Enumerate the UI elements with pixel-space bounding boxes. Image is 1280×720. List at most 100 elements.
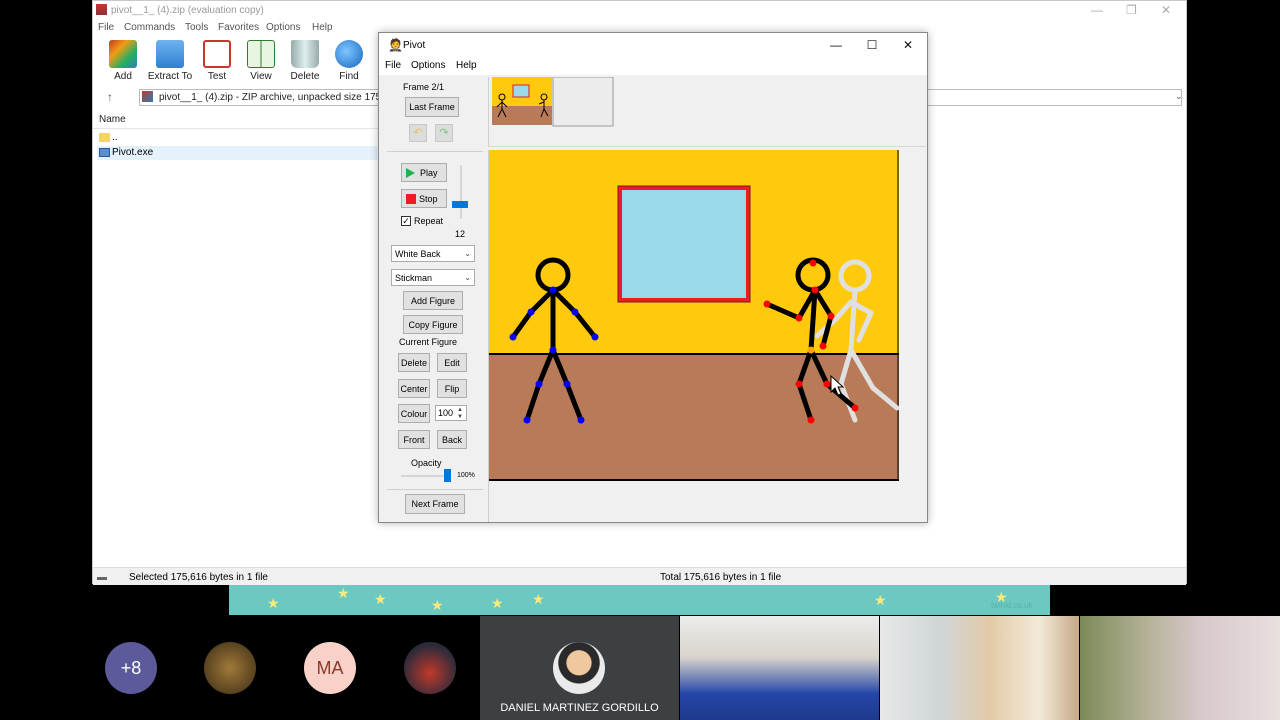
opacity-slider-thumb[interactable] <box>444 469 451 482</box>
book-icon <box>247 40 275 68</box>
participant-video-1[interactable] <box>680 616 879 720</box>
status-bar: ▬ Selected 175,616 bytes in 1 file Total… <box>93 567 1186 585</box>
zip-icon <box>142 91 153 102</box>
find-button[interactable]: Find <box>325 37 373 82</box>
star-icon: ★ <box>431 597 444 613</box>
stepper-arrows-icon[interactable]: ▲ ▼ <box>457 407 463 421</box>
animation-canvas[interactable] <box>489 150 899 482</box>
winrar-logo-icon <box>96 4 107 15</box>
menu-help[interactable]: Help <box>456 60 477 71</box>
participant-avatar-dragon[interactable] <box>404 642 456 694</box>
colour-value-stepper[interactable]: 100 ▲ ▼ <box>435 405 467 421</box>
next-frame-button[interactable]: Next Frame <box>405 494 465 514</box>
participant-video-2[interactable] <box>880 616 1079 720</box>
extract-to-button[interactable]: Extract To <box>146 37 194 82</box>
frame-thumbnail-2[interactable] <box>552 77 614 127</box>
back-button[interactable]: Back <box>437 430 467 449</box>
speed-slider-thumb[interactable] <box>452 201 468 208</box>
stop-button[interactable]: Stop <box>401 189 447 208</box>
test-button[interactable]: Test <box>193 37 241 82</box>
frame-thumbnail-1[interactable] <box>492 77 552 125</box>
front-button[interactable]: Front <box>398 430 430 449</box>
winrar-title: pivot__1_ (4).zip (evaluation copy) <box>111 5 264 16</box>
close-icon[interactable]: ✕ <box>893 36 923 54</box>
add-button[interactable]: Add <box>99 37 147 82</box>
window-pane <box>618 186 750 302</box>
pivot-title: Pivot <box>403 40 426 51</box>
play-button[interactable]: Play <box>401 163 447 182</box>
folder-extract-icon <box>156 40 184 68</box>
last-frame-button[interactable]: Last Frame <box>405 97 459 117</box>
list-item[interactable]: .. <box>97 131 377 145</box>
flip-figure-button[interactable]: Flip <box>437 379 467 398</box>
edit-figure-button[interactable]: Edit <box>437 353 467 372</box>
minimize-icon[interactable]: — <box>1091 3 1103 17</box>
presenter-avatar <box>553 642 605 694</box>
speed-slider-track <box>460 165 462 219</box>
chevron-down-icon: ⌄ <box>464 273 471 282</box>
frame-timeline <box>488 77 926 147</box>
repeat-label: Repeat <box>414 216 444 226</box>
checklist-icon <box>203 40 231 68</box>
minimize-icon[interactable]: — <box>821 36 851 54</box>
star-icon: ★ <box>337 585 350 601</box>
more-participants-badge[interactable]: +8 <box>105 642 157 694</box>
menu-options[interactable]: Options <box>266 22 300 33</box>
star-icon: ★ <box>491 595 504 611</box>
archive-books-icon <box>109 40 137 68</box>
undo-icon[interactable]: ↶ <box>409 124 427 142</box>
path-text: pivot__1_ (4).zip - ZIP archive, unpacke… <box>159 92 401 103</box>
add-figure-button[interactable]: Add Figure <box>403 291 463 310</box>
floor <box>489 354 899 480</box>
star-icon: ★ <box>374 591 387 607</box>
background-select[interactable]: White Back ⌄ <box>391 245 475 262</box>
pivot-titlebar: 🤵 Pivot — ☐ ✕ <box>379 33 927 57</box>
restore-icon[interactable]: ❐ <box>1126 3 1137 17</box>
colour-button[interactable]: Colour <box>398 404 430 423</box>
participant-avatar-initials[interactable]: MA <box>304 642 356 694</box>
redo-icon[interactable]: ↷ <box>435 124 453 142</box>
view-button[interactable]: View <box>237 37 285 82</box>
winrar-toolbar: Add Extract To Test View Delete Find <box>93 37 383 85</box>
participant-avatar-photo[interactable] <box>204 642 256 694</box>
divider <box>387 489 483 490</box>
winrar-titlebar: pivot__1_ (4).zip (evaluation copy) — ❐ … <box>93 1 1186 19</box>
current-figure-label: Current Figure <box>399 337 458 347</box>
menu-help[interactable]: Help <box>312 22 333 33</box>
copy-figure-button[interactable]: Copy Figure <box>403 315 463 334</box>
up-arrow-icon[interactable]: ↑ <box>107 90 113 104</box>
figure-type-select[interactable]: Stickman ⌄ <box>391 269 475 286</box>
menu-options[interactable]: Options <box>411 60 445 71</box>
opacity-label: Opacity <box>411 458 442 468</box>
pivot-control-panel: Frame 2/1 Last Frame ↶ ↷ Play Stop ✓ Rep… <box>387 77 487 522</box>
menu-file[interactable]: File <box>98 22 114 33</box>
delete-figure-button[interactable]: Delete <box>398 353 430 372</box>
stop-icon <box>406 194 416 204</box>
list-item[interactable]: Pivot.exe <box>97 146 377 160</box>
close-icon[interactable]: ✕ <box>1161 3 1171 17</box>
pivot-menubar: File Options Help <box>379 57 927 75</box>
presenter-tile[interactable]: DANIEL MARTINEZ GORDILLO <box>480 616 679 720</box>
animation-canvas-area <box>488 150 926 522</box>
maximize-icon[interactable]: ☐ <box>857 36 887 54</box>
delete-button[interactable]: Delete <box>281 37 329 82</box>
play-icon <box>406 168 415 178</box>
list-header: Name <box>93 111 383 129</box>
star-icon: ★ <box>874 592 887 608</box>
repeat-checkbox[interactable]: ✓ <box>401 216 411 226</box>
chevron-down-icon[interactable]: ⌄ <box>1175 91 1183 102</box>
center-figure-button[interactable]: Center <box>398 379 430 398</box>
menu-commands[interactable]: Commands <box>124 22 175 33</box>
menu-favorites[interactable]: Favorites <box>218 22 259 33</box>
menu-file[interactable]: File <box>385 60 401 71</box>
star-icon: ★ <box>532 591 545 607</box>
participant-video-3[interactable] <box>1080 616 1280 720</box>
speed-value: 12 <box>455 229 466 239</box>
column-name[interactable]: Name <box>99 114 126 125</box>
twinkl-banner: ★ ★ ★ ★ ★ ★ ★ ★ twinkl.co.uk <box>229 585 1050 615</box>
status-selected: Selected 175,616 bytes in 1 file <box>129 572 268 583</box>
status-total: Total 175,616 bytes in 1 file <box>660 572 782 583</box>
divider <box>387 151 483 152</box>
drive-icon: ▬ <box>97 572 107 583</box>
menu-tools[interactable]: Tools <box>185 22 208 33</box>
